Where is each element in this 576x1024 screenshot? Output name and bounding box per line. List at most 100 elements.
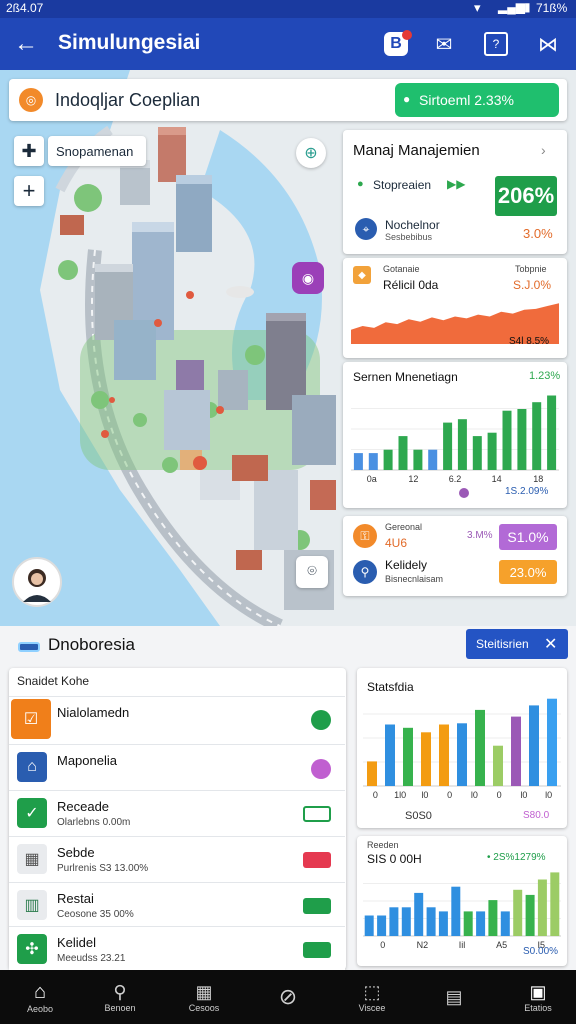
locate-icon[interactable]: ⊕ [296, 138, 326, 168]
area-value-3: S4l 8.5% [509, 336, 550, 347]
list-item[interactable]: ▦ Sebde Purlrenis S3 13.00% [9, 836, 345, 882]
bar [428, 449, 438, 470]
nav-reports[interactable]: ⬚ Viscee [342, 970, 402, 1024]
compass-icon[interactable]: ✚ [14, 136, 44, 166]
tick-label: 12 [408, 474, 418, 484]
tick-label: N2 [417, 940, 429, 950]
list-item[interactable]: ☑ Nialolamedn [9, 696, 345, 742]
status-badge [303, 806, 331, 822]
nav-label: Viscee [358, 1002, 386, 1013]
statistics-bar-chart: 0 1l0 l0 0 l0 0 l0 l0 [363, 698, 561, 800]
bar [547, 698, 557, 786]
nav-home[interactable]: ⌂ Aeobo [10, 970, 70, 1024]
back-icon[interactable]: ← [10, 28, 42, 60]
bar [502, 410, 512, 470]
revenue-change: • 2S%1279% [487, 852, 546, 863]
key-icon: ⚲ [353, 560, 377, 584]
status-icon [311, 710, 331, 730]
statistics-card: Statsfdia 0 1l0 l0 0 l0 0 l0 l0 S0S0 S80.0 [357, 668, 567, 828]
nav-stats[interactable]: ▣ Etatios [508, 970, 568, 1024]
status-badge [303, 898, 331, 914]
list-item-subtitle: Meeudss 23.21 [57, 953, 126, 964]
zoom-in-button[interactable]: + [14, 176, 44, 206]
bar [421, 732, 431, 786]
nav-label: Cesoos [188, 1002, 220, 1013]
tick-label: 14 [492, 474, 502, 484]
nav-calendar[interactable]: ▦ Cesoos [174, 970, 234, 1024]
status-badge [303, 852, 331, 868]
compass-icon: ⊘ [278, 984, 298, 1009]
tag-icon: ◆ [353, 266, 371, 284]
status-pill-label: Sirtoeml 2.33% [419, 92, 514, 108]
status-badge [303, 942, 331, 958]
nav-compass[interactable]: ⊘ [258, 970, 318, 1024]
bar-chart-footer: 1S.2.09% [505, 486, 549, 497]
status-icon [311, 759, 331, 779]
list-item-subtitle: Ceosone 35 00% [57, 909, 134, 920]
management-sub-value: 3.0% [523, 226, 553, 241]
bar [443, 422, 453, 470]
tick-label: 6.2 [449, 474, 462, 484]
bar-chart-value: 1.23% [529, 370, 561, 382]
checklist-icon: ☑ [11, 699, 51, 739]
help-icon[interactable]: ? [484, 32, 508, 56]
info-label-2: Kelidely [385, 558, 428, 572]
check-icon: ✓ [17, 798, 47, 828]
bar [525, 894, 535, 936]
revenue-footer: S0.00% [523, 946, 559, 957]
city-map[interactable]: ◎ Indoqljar Coeplian ● Sirtoeml 2.33% ✚ … [0, 70, 576, 626]
tick-label: 0a [367, 474, 377, 484]
bar [493, 745, 503, 786]
list-item[interactable]: ⌂ Maponelia [9, 744, 345, 790]
bar [364, 915, 374, 936]
status-pill[interactable]: ● Sirtoeml 2.33% [395, 83, 559, 117]
inbox-icon[interactable]: ✉ [432, 32, 456, 56]
bar [472, 436, 482, 470]
list-item[interactable]: ✓ Receade Olarlebns 0.00m [9, 790, 345, 836]
bar [475, 709, 485, 786]
bar [511, 716, 521, 786]
page-title: Simulungesiai [58, 31, 201, 54]
close-icon[interactable]: ✕ [544, 634, 557, 654]
revenue-label: Reeden [367, 840, 399, 850]
info-label-1: Gereonal [385, 522, 423, 532]
chevron-right-icon[interactable]: › [541, 142, 546, 158]
area-label-2: Rélicil 0da [383, 278, 439, 292]
list-item-title: Sebde [57, 845, 95, 860]
statistics-footer-left: S0S0 [405, 810, 432, 822]
nav-documents[interactable]: ▤ [424, 970, 484, 1024]
document-icon: ▤ [445, 986, 463, 1007]
bar [438, 911, 448, 936]
bar-chart-title: Sernen Mnenetiagn [353, 370, 458, 384]
home-icon: ⌂ [33, 980, 47, 1003]
stats-icon: ▣ [529, 981, 547, 1002]
bar [476, 911, 486, 936]
list-item[interactable]: ✣ Kelidel Meeudss 23.21 [9, 926, 345, 972]
management-value: 206% [495, 176, 557, 216]
avatar-icon [23, 569, 51, 602]
user-avatar[interactable] [12, 557, 62, 607]
pin-icon: ● [403, 92, 411, 106]
bar [457, 419, 467, 470]
list-item[interactable]: ▥ Restai Ceosone 35 00% [9, 882, 345, 928]
tick-label: 0 [497, 790, 502, 800]
share-icon[interactable]: ⋈ [536, 32, 560, 56]
area-chart-card: ◆ Gotanaie Rélicil 0da Tobpnie S.J.0% S4… [343, 258, 567, 358]
nav-location[interactable]: ⚲ Benoen [90, 970, 150, 1024]
chart-icon: ⬚ [363, 981, 381, 1002]
notification-dot [402, 30, 412, 40]
dot-icon: ● [357, 178, 364, 190]
map-pin-button[interactable]: ⌾ [296, 556, 328, 588]
info-badge-1: S1.0% [499, 524, 557, 550]
bar [500, 911, 510, 936]
list-item-title: Receade [57, 799, 110, 814]
bar [385, 724, 395, 786]
tick-label: 0 [380, 940, 385, 950]
camera-marker-icon[interactable]: ◉ [292, 262, 324, 294]
nav-label: Benoen [104, 1002, 136, 1013]
tick-label: Iil [459, 940, 466, 950]
status-time: 2ß4.07 [6, 1, 44, 15]
map-search-chip[interactable]: Snopamenan [48, 136, 146, 166]
bar [426, 907, 436, 936]
statistics-button[interactable]: Steitisrien ✕ [466, 629, 568, 659]
